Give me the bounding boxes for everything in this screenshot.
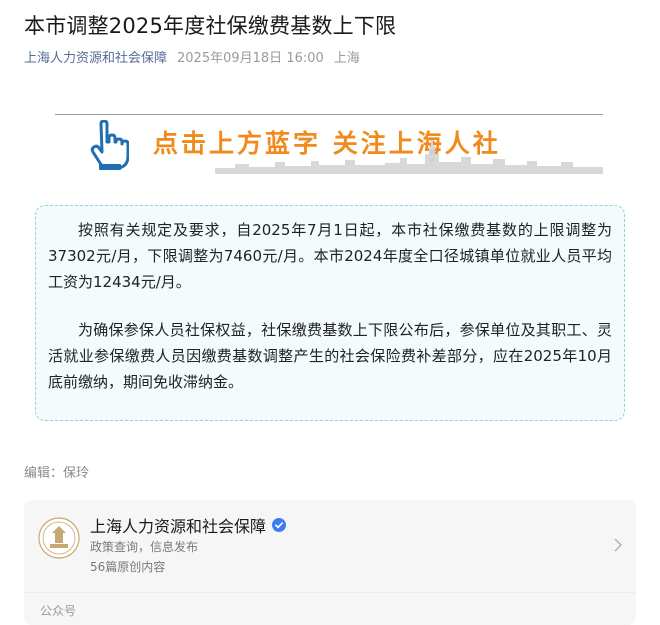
pointing-hand-icon [90,120,129,170]
account-name-link[interactable]: 上海人力资源和社会保障 [24,50,167,68]
profile-article-count: 56篇原创内容 [90,560,166,574]
banner-divider [55,114,603,115]
profile-name-row: 上海人力资源和社会保障 [90,513,287,537]
notice-paragraph-2: 为确保参保人员社保权益，社保缴费基数上下限公布后，参保单位及其职工、灵活就业参保… [48,321,612,391]
city-skyline-graphic [215,140,603,174]
account-profile-card[interactable]: 上海人力资源和社会保障 政策查询，信息发布 56篇原创内容 公众号 [24,500,636,625]
verified-badge-icon [272,518,287,532]
profile-name: 上海人力资源和社会保障 [90,517,267,536]
chevron-right-icon[interactable] [614,538,622,552]
publish-date: 2025年09月18日 16:00 [177,51,324,66]
publish-location: 上海 [333,51,360,66]
profile-description: 政策查询，信息发布 [90,540,199,554]
profile-type-label: 公众号 [40,604,77,618]
notice-card: 按照有关规定及要求，自2025年7月1日起，本市社保缴费基数的上限调整为3730… [35,205,625,421]
profile-divider [24,592,636,593]
follow-banner: 点击上方蓝字 关注上海人社 [55,114,603,174]
article-meta: 上海人力资源和社会保障 2025年09月18日 16:00 上海 [24,50,360,68]
editor-credit: 编辑：保玲 [24,466,90,481]
notice-paragraph-1: 按照有关规定及要求，自2025年7月1日起，本市社保缴费基数的上限调整为3730… [48,221,612,291]
article-title: 本市调整2025年度社保缴费基数上下限 [24,14,397,38]
account-logo-icon [38,517,80,559]
